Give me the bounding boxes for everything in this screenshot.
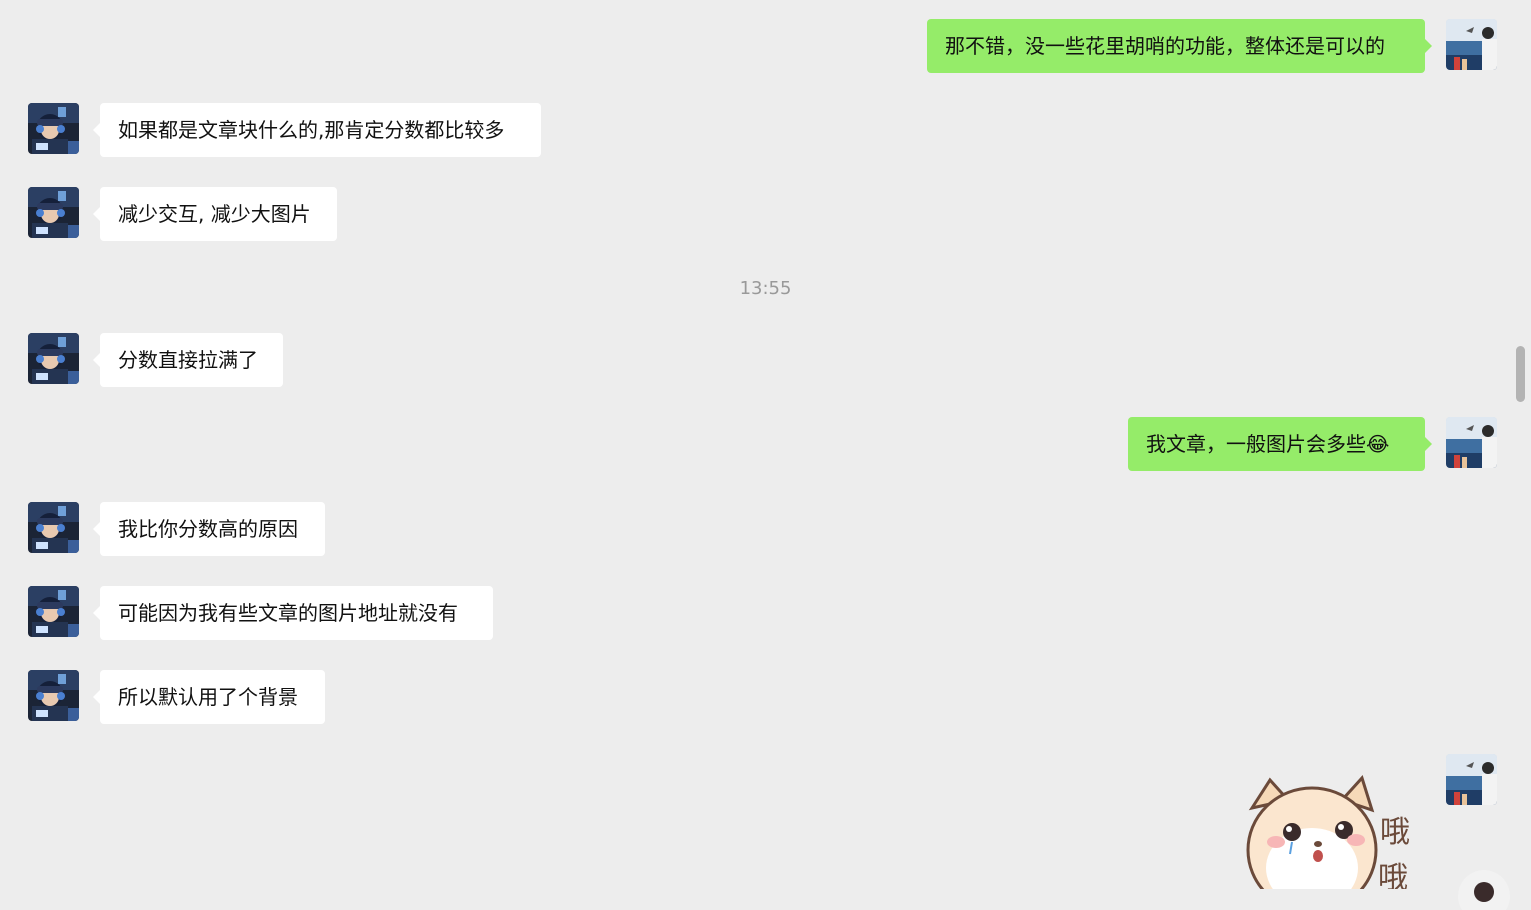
self-avatar[interactable] (1446, 417, 1497, 468)
contact-avatar[interactable] (28, 333, 79, 384)
cat-sticker[interactable]: 哦 哦 (1240, 770, 1440, 889)
self-avatar[interactable] (1446, 754, 1497, 805)
message-bubble-self[interactable]: 我文章，一般图片会多些😂 (1128, 417, 1432, 471)
message-text: 我文章，一般图片会多些 (1146, 432, 1366, 456)
message-text: 可能因为我有些文章的图片地址就没有 (118, 601, 458, 625)
contact-avatar[interactable] (28, 187, 79, 238)
partial-avatar[interactable] (1458, 870, 1510, 910)
scrollbar-thumb[interactable] (1516, 346, 1525, 402)
message-text: 那不错，没一些花里胡哨的功能，整体还是可以的 (945, 34, 1385, 58)
message-text: 减少交互, 减少大图片 (118, 202, 311, 226)
message-bubble-self[interactable]: 那不错，没一些花里胡哨的功能，整体还是可以的 (927, 19, 1432, 73)
message-text: 所以默认用了个背景 (118, 685, 298, 709)
message-timestamp: 13:55 (739, 278, 792, 299)
sticker-text: 哦 (1378, 861, 1408, 889)
message-text: 我比你分数高的原因 (118, 517, 298, 541)
message-bubble-contact[interactable]: 所以默认用了个背景 (93, 670, 325, 724)
sticker-text: 哦 (1380, 815, 1410, 850)
contact-avatar[interactable] (28, 670, 79, 721)
message-text: 分数直接拉满了 (118, 348, 258, 372)
message-bubble-contact[interactable]: 可能因为我有些文章的图片地址就没有 (93, 586, 493, 640)
message-text: 如果都是文章块什么的,那肯定分数都比较多 (118, 118, 505, 142)
chat-message-list[interactable]: 那不错，没一些花里胡哨的功能，整体还是可以的 如果都是文章块什么的,那肯定分数都… (0, 0, 1531, 910)
message-bubble-contact[interactable]: 如果都是文章块什么的,那肯定分数都比较多 (93, 103, 541, 157)
message-bubble-contact[interactable]: 我比你分数高的原因 (93, 502, 325, 556)
message-bubble-contact[interactable]: 分数直接拉满了 (93, 333, 283, 387)
contact-avatar[interactable] (28, 103, 79, 154)
message-bubble-contact[interactable]: 减少交互, 减少大图片 (93, 187, 337, 241)
contact-avatar[interactable] (28, 586, 79, 637)
tears-of-joy-icon: 😂 (1366, 432, 1390, 456)
contact-avatar[interactable] (28, 502, 79, 553)
self-avatar[interactable] (1446, 19, 1497, 70)
